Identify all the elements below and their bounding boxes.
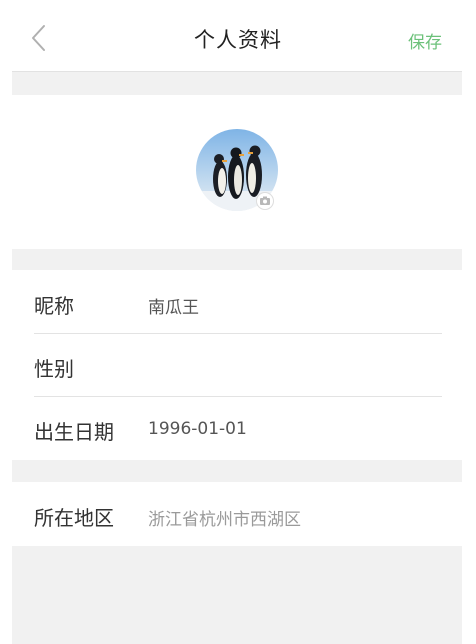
- section-separator: [12, 249, 462, 270]
- avatar-picker[interactable]: [196, 129, 278, 211]
- save-button[interactable]: 保存: [408, 28, 442, 53]
- nickname-row[interactable]: 昵称 南瓜王: [12, 271, 462, 333]
- nickname-label: 昵称: [34, 294, 74, 318]
- region-row[interactable]: 所在地区 浙江省杭州市西湖区: [12, 483, 462, 545]
- bottom-filler: [12, 546, 462, 644]
- birthday-row[interactable]: 出生日期 1996-01-01: [12, 397, 462, 459]
- gender-label: 性别: [34, 357, 74, 381]
- gender-row[interactable]: 性别: [12, 334, 462, 396]
- region-label: 所在地区: [34, 506, 114, 530]
- section-separator: [12, 460, 462, 482]
- camera-badge[interactable]: [256, 192, 274, 210]
- nav-bar: 个人资料 保存: [0, 0, 476, 72]
- region-value: 浙江省杭州市西湖区: [148, 510, 301, 530]
- section-separator: [12, 72, 462, 95]
- camera-icon: [260, 196, 270, 205]
- birthday-value: 1996-01-01: [148, 419, 247, 439]
- nickname-value: 南瓜王: [148, 298, 199, 318]
- profile-screen: 个人资料 保存 昵称 南瓜王 性别 出生日期 1996-01-01 所在地区 浙…: [0, 0, 476, 644]
- birthday-label: 出生日期: [34, 420, 114, 444]
- page-title: 个人资料: [194, 28, 282, 52]
